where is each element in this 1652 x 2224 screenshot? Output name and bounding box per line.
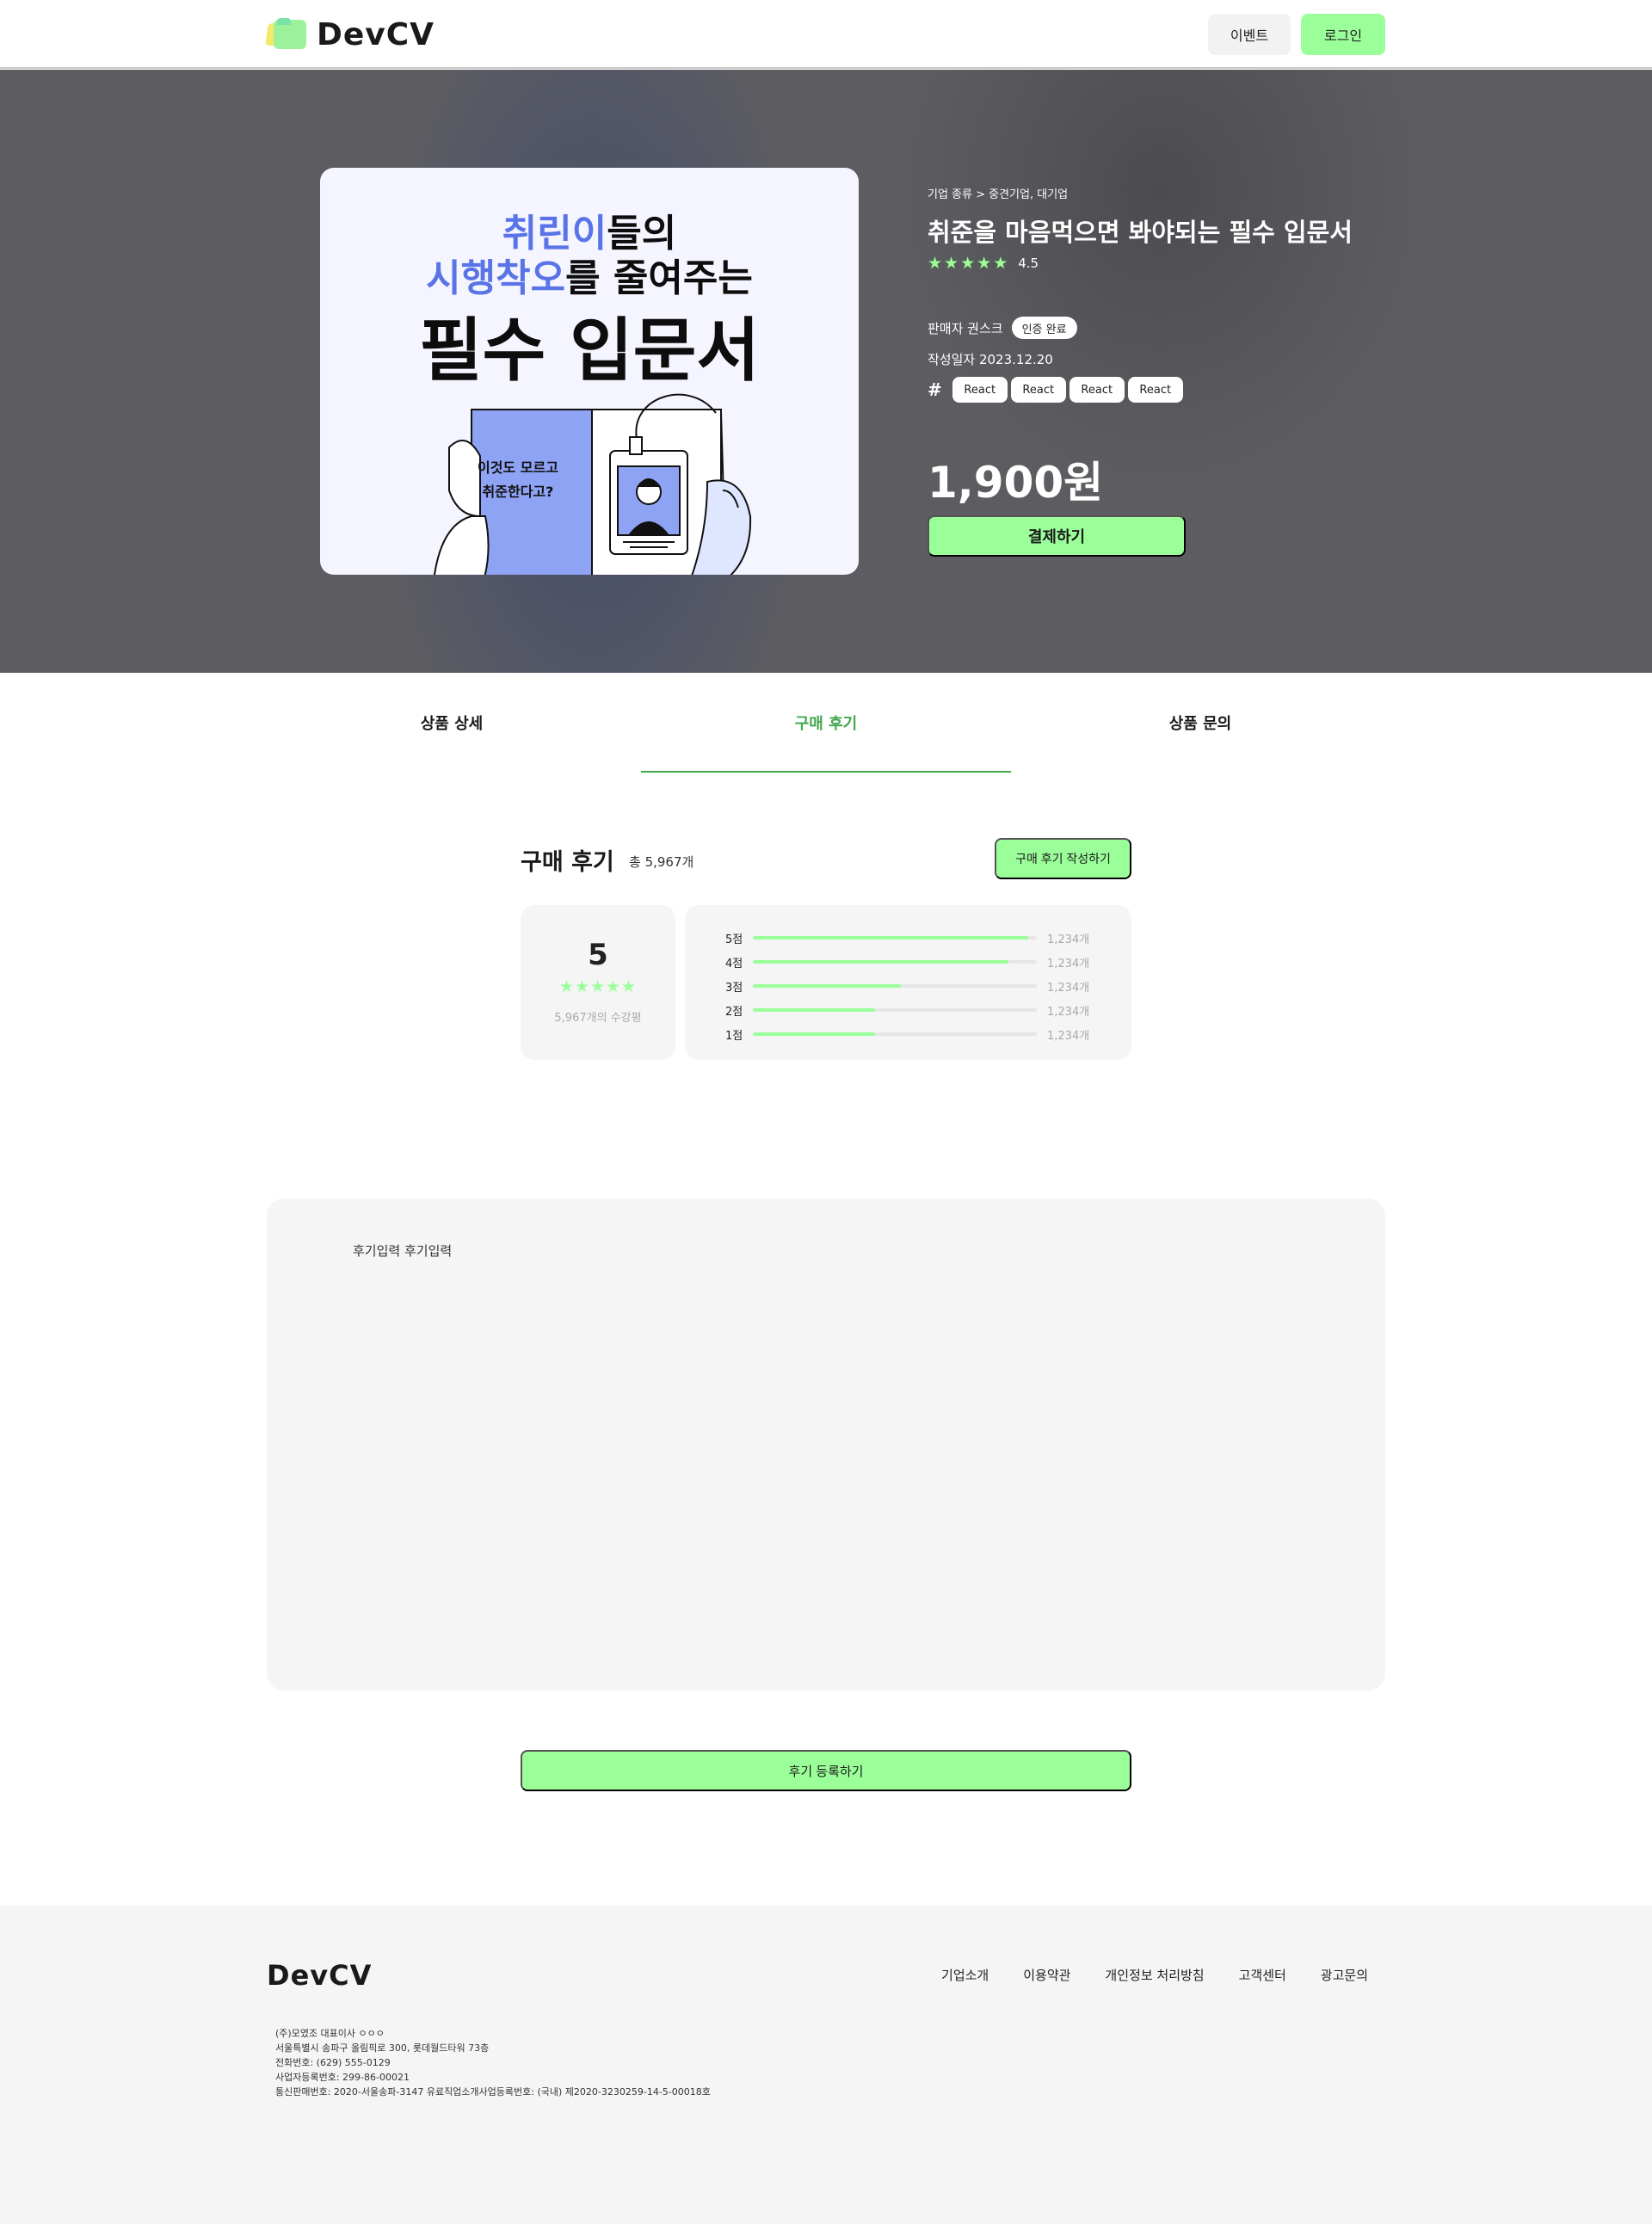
tab-inquiry[interactable]: 상품 문의: [1015, 673, 1385, 773]
distribution-count: 1,234개: [1047, 981, 1090, 995]
rating-distribution-card: 5점 1,234개 4점 1,234개 3점 1,234개 2점 1,234개 …: [685, 905, 1131, 1060]
star-icon: ★: [928, 254, 943, 273]
tag-chip[interactable]: React: [1069, 377, 1125, 403]
reviews-title: 구매 후기: [521, 849, 614, 876]
tag-chip[interactable]: React: [1010, 377, 1066, 403]
active-tab-indicator: [641, 771, 1011, 773]
login-button[interactable]: 로그인: [1301, 14, 1385, 55]
write-review-button[interactable]: 구매 후기 작성하기: [995, 838, 1131, 879]
cover-line-3: 필수 입문서: [419, 311, 760, 391]
rating-value: 4.5: [1018, 256, 1039, 271]
tab-reviews[interactable]: 구매 후기: [641, 673, 1011, 773]
event-button[interactable]: 이벤트: [1208, 14, 1291, 55]
submit-review-button[interactable]: 후기 등록하기: [521, 1750, 1131, 1791]
footer-logo[interactable]: DevCV: [267, 1959, 372, 1992]
distribution-fill: [753, 936, 1029, 940]
footer-link-terms[interactable]: 이용약관: [1023, 1966, 1070, 1984]
tag-chip[interactable]: React: [952, 377, 1008, 403]
site-header: DevCV 이벤트 로그인: [0, 0, 1652, 69]
product-title: 취준을 마음먹으면 봐야되는 필수 입문서: [928, 218, 1353, 247]
company-info-line: 전화번호: (629) 555-0129: [275, 2057, 391, 2068]
product-cover-image: 취린이들의 시행착오를 줄여주는 필수 입문서 이것도 모르고 취준한다고?: [320, 168, 859, 575]
distribution-row: 4점 1,234개: [725, 950, 1095, 974]
product-hero: 취린이들의 시행착오를 줄여주는 필수 입문서 이것도 모르고 취준한다고? 기…: [0, 70, 1652, 673]
cover-caption: 이것도 모르고 취준한다고?: [478, 459, 558, 500]
star-icon: ★: [960, 254, 976, 273]
distribution-fill: [753, 1008, 875, 1012]
distribution-count: 1,234개: [1047, 1005, 1090, 1019]
company-info-line: 사업자등록번호: 299-86-00021: [275, 2072, 410, 2083]
distribution-count: 1,234개: [1047, 1029, 1090, 1043]
review-input-textarea[interactable]: 후기입력 후기입력: [267, 1198, 1385, 1691]
company-info-line: (주)모였조 대표이사 ㅇㅇㅇ: [275, 2028, 385, 2039]
company-info-line: 통신판매번호: 2020-서울송파-3147 유료직업소개사업등록번호: (국내…: [275, 2086, 711, 2098]
tag-list: # React React React React: [928, 377, 1183, 403]
distribution-label: 5점: [725, 933, 743, 946]
average-score-card: 5 ★★★★★ 5,967개의 수강평: [521, 905, 675, 1060]
star-icon: ★: [977, 254, 992, 273]
company-info-line: 서울특별시 송파구 올림픽로 300, 롯데월드타워 73층: [275, 2042, 490, 2054]
hash-icon: #: [928, 379, 942, 400]
footer-link-company[interactable]: 기업소개: [941, 1966, 989, 1984]
footer-link-ads[interactable]: 광고문의: [1321, 1966, 1368, 1984]
distribution-row: 3점 1,234개: [725, 974, 1095, 998]
distribution-row: 5점 1,234개: [725, 926, 1095, 950]
distribution-track: [753, 984, 1037, 988]
logo[interactable]: DevCV: [265, 16, 435, 52]
distribution-track: [753, 1008, 1037, 1012]
tag-chip[interactable]: React: [1127, 377, 1183, 403]
product-category: 기업 종류 > 중견기업, 대기업: [928, 188, 1069, 201]
distribution-fill: [753, 984, 901, 988]
star-icon: ★: [944, 254, 959, 273]
distribution-row: 1점 1,234개: [725, 1022, 1095, 1046]
distribution-count: 1,234개: [1047, 957, 1090, 970]
distribution-label: 1점: [725, 1029, 743, 1043]
footer-links: 기업소개 이용약관 개인정보 처리방침 고객센터 광고문의: [941, 1966, 1368, 1984]
distribution-track: [753, 936, 1037, 940]
footer-link-privacy[interactable]: 개인정보 처리방침: [1105, 1966, 1204, 1984]
verified-badge: 인증 완료: [1011, 317, 1077, 339]
logo-text: DevCV: [317, 16, 435, 52]
product-tabs: 상품 상세 구매 후기 상품 문의: [267, 673, 1385, 773]
distribution-label: 3점: [725, 981, 743, 995]
footer-link-support[interactable]: 고객센터: [1239, 1966, 1286, 1984]
cover-line-2: 시행착오를 줄여주는: [426, 256, 753, 300]
company-info: (주)모였조 대표이사 ㅇㅇㅇ 서울특별시 송파구 올림픽로 300, 롯데월드…: [275, 2026, 711, 2099]
average-score: 5: [588, 938, 608, 972]
folder-logo-icon: [265, 18, 308, 51]
distribution-track: [753, 1032, 1037, 1036]
distribution-label: 4점: [725, 957, 743, 970]
average-stars-icon: ★★★★★: [558, 977, 638, 996]
site-footer: DevCV 기업소개 이용약관 개인정보 처리방침 고객센터 광고문의 (주)모…: [0, 1906, 1652, 2224]
distribution-track: [753, 960, 1037, 964]
seller-name: 판매자 권스크: [928, 320, 1003, 336]
star-icon: ★: [993, 254, 1008, 273]
tab-product-detail[interactable]: 상품 상세: [267, 673, 637, 773]
review-input-text: 후기입력 후기입력: [353, 1243, 453, 1259]
product-rating: ★ ★ ★ ★ ★ 4.5: [928, 254, 1039, 273]
reviews-total: 총 5,967개: [629, 854, 694, 870]
distribution-label: 2점: [725, 1005, 743, 1019]
distribution-row: 2점 1,234개: [725, 998, 1095, 1022]
distribution-fill: [753, 1032, 875, 1036]
pay-button[interactable]: 결제하기: [928, 515, 1186, 557]
seller-info: 판매자 권스크 인증 완료: [928, 317, 1077, 339]
distribution-count: 1,234개: [1047, 933, 1090, 946]
distribution-fill: [753, 960, 1008, 964]
review-count: 5,967개의 수강평: [554, 1012, 642, 1025]
publish-date: 작성일자 2023.12.20: [928, 352, 1053, 367]
product-price: 1,900원: [928, 458, 1104, 508]
